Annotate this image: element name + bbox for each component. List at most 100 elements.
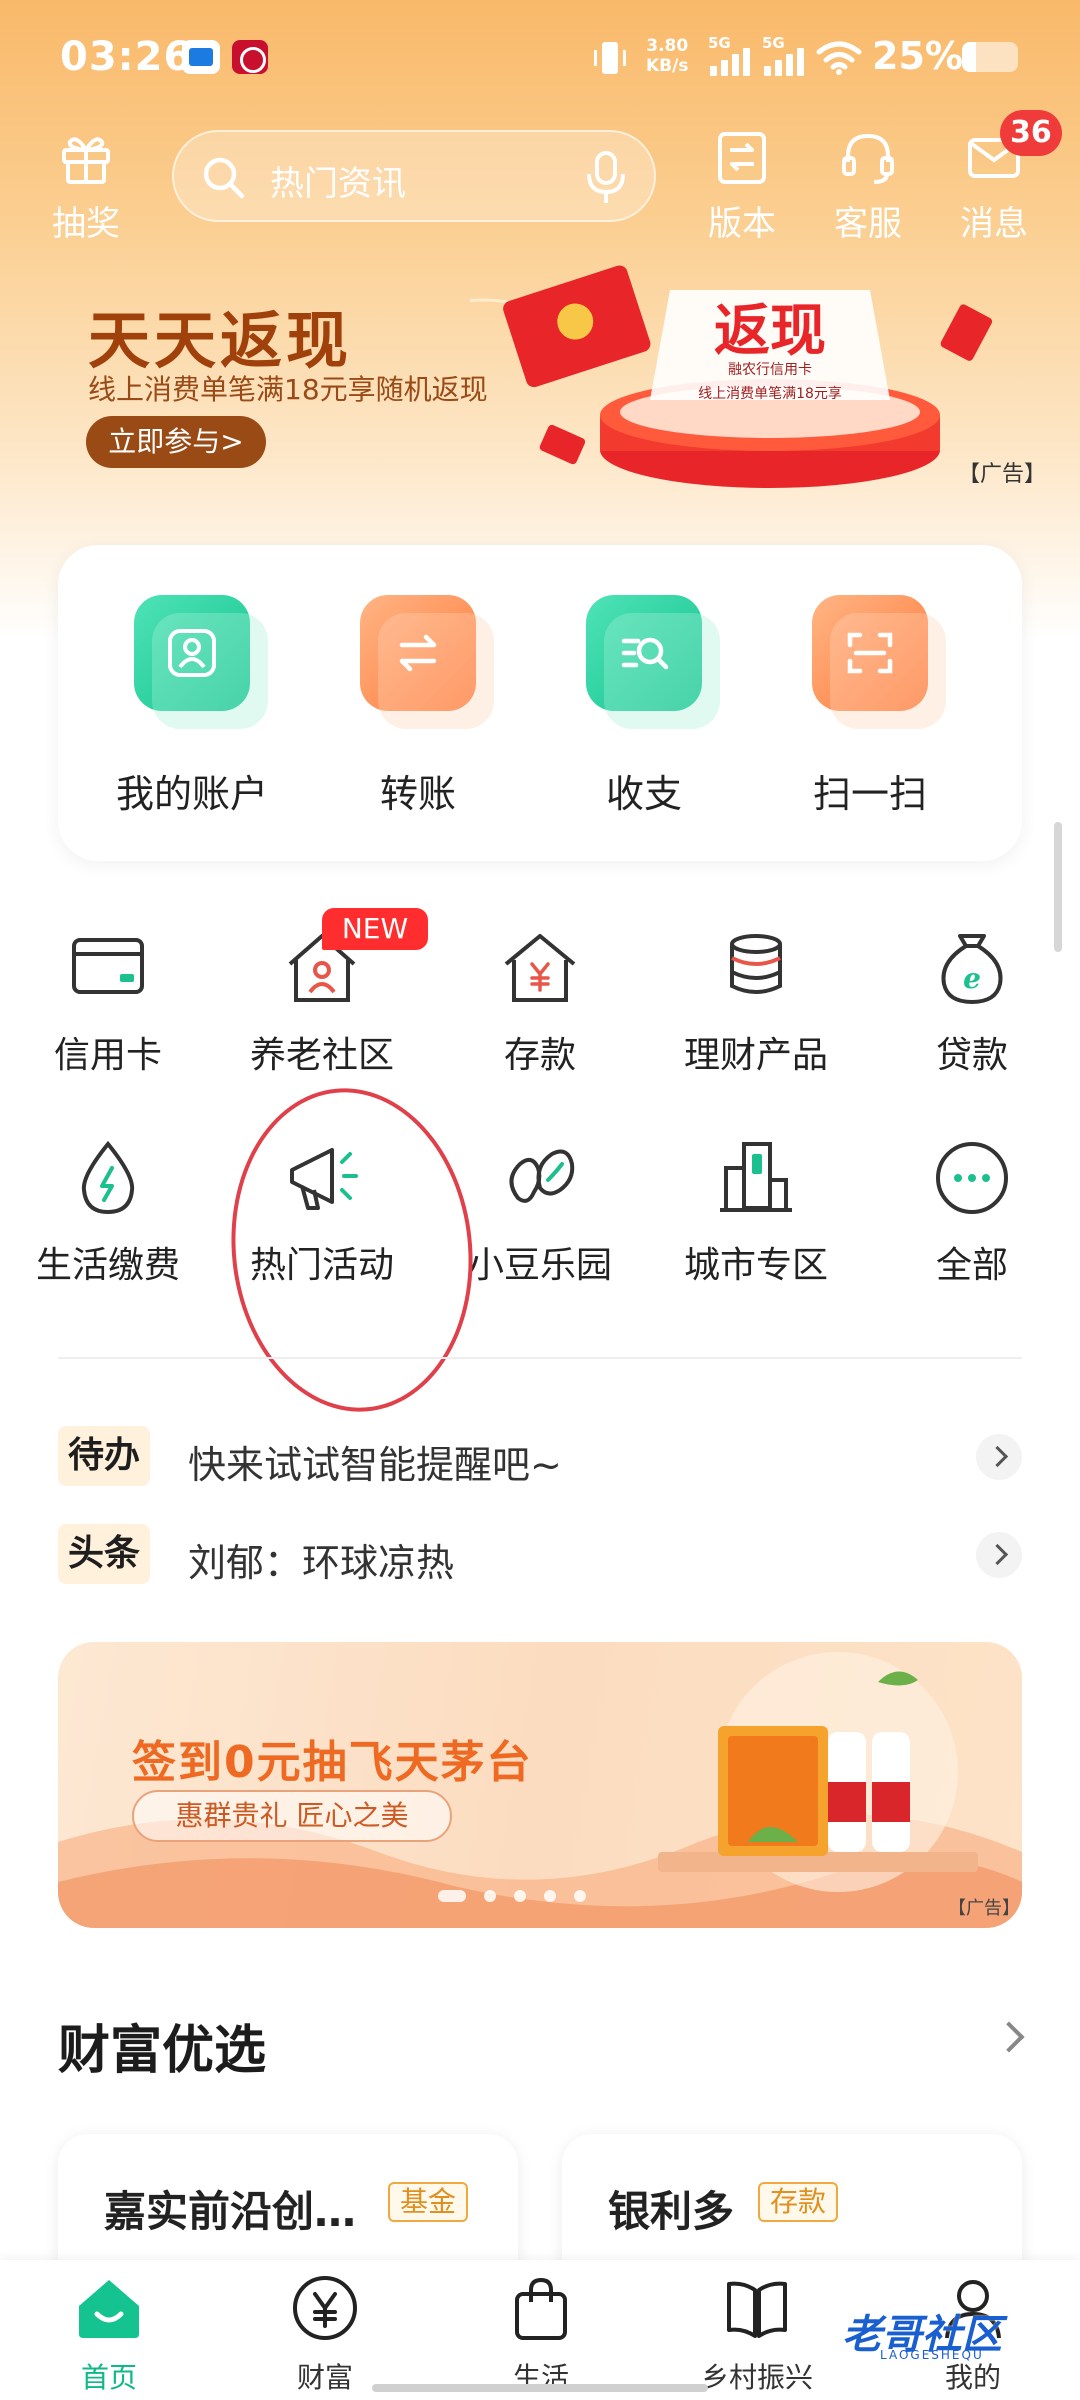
wealth-card-name: 嘉实前沿创… [104,2187,357,2236]
wealth-card-tag: 基金 [388,2182,469,2222]
carousel-dots[interactable] [438,1890,586,1902]
chevron-right-icon[interactable] [993,2021,1025,2053]
lottery-label: 抽奖 [52,204,120,244]
grid-item-all[interactable]: 全部 [872,1136,1072,1288]
utility-payment-icon [81,1140,135,1215]
grid-label: 城市专区 [683,1245,828,1286]
grid-label: 生活缴费 [35,1245,180,1286]
book-icon [727,2281,787,2338]
tab-rural-revitalization[interactable]: 乡村振兴 [672,2272,842,2396]
city-zone-icon [720,1142,792,1212]
chevron-right-icon[interactable] [976,1434,1022,1480]
battery-icon [962,42,1018,72]
more-icon [936,1142,1008,1214]
network-speed-unit: KB/s [646,56,689,76]
tab-life[interactable]: 生活 [456,2272,626,2396]
grid-item-deposit[interactable]: 存款 [440,926,640,1078]
app-notification-icon [182,40,220,74]
home-indicator[interactable] [372,2384,708,2392]
grid-item-wealth-products[interactable]: 理财产品 [656,926,856,1078]
status-time: 03:26 [60,34,193,80]
promo-pill: 惠群贵礼 匠心之美 [132,1790,452,1842]
grid-label: 存款 [503,1035,576,1076]
grid-label: 信用卡 [53,1035,162,1076]
tab-home[interactable]: 首页 [24,2272,194,2396]
grid-label: 全部 [935,1245,1008,1286]
search-icon [203,157,245,199]
headline-notice[interactable]: 头条 刘郁：环球凉热 [58,1524,1022,1586]
income-expense-button[interactable]: 收支 [534,595,754,818]
notice-tag: 待办 [58,1426,151,1486]
gift-icon [62,137,110,184]
art-heading: 返现 [714,299,826,364]
wealth-card-tag: 存款 [758,2182,839,2222]
messages-label: 消息 [960,204,1028,244]
tab-label: 我的 [944,2361,1001,2394]
banner-title: 天天返现 [88,304,353,377]
deposit-icon [504,934,576,1002]
version-label: 版本 [708,204,776,244]
status-bar: 03:26 3.80 KB/s 5G 5G 25% [0,0,1080,120]
grid-label: 贷款 [935,1035,1008,1076]
quick-action-label: 收支 [605,772,682,816]
headset-icon [842,133,894,184]
watermark-subtext: LAOGESHEQU [880,2348,984,2362]
version-switch-icon [718,132,766,184]
promo-banner[interactable]: 签到0元抽飞天茅台 惠群贵礼 匠心之美 【广告】 [58,1642,1022,1928]
promo-title: 签到0元抽飞天茅台 [132,1737,533,1788]
cashback-podium-illustration: 返现 融农行信用卡 线上消费单笔满18元享 [470,265,993,488]
banner-join-button[interactable]: 立即参与> [86,416,266,468]
loan-icon: e [941,934,1003,1005]
banner-ad-tag: 【广告】 [958,462,1047,487]
banner-subtitle: 线上消费单笔满18元享随机返现 [88,373,488,406]
bean-park-icon [509,1149,575,1203]
art-caption: 线上消费单笔满18元享 [698,385,842,402]
my-account-button[interactable]: 我的账户 [82,595,302,818]
search-bar[interactable]: 热门资讯 [172,130,656,222]
microphone-icon[interactable] [582,150,630,206]
grid-label: 养老社区 [249,1035,394,1076]
quick-action-label: 扫一扫 [812,772,927,816]
scan-button[interactable]: 扫一扫 [760,595,980,818]
new-badge: NEW [322,908,428,950]
transfer-icon [399,634,437,672]
quick-action-label: 转账 [379,772,456,816]
wealth-card-name: 银利多 [608,2187,735,2236]
lottery-button[interactable]: 抽奖 [36,128,136,245]
chevron-right-icon[interactable] [976,1532,1022,1578]
grid-label: 理财产品 [683,1035,828,1076]
bank-app-notification-icon [232,40,268,74]
tab-label: 首页 [80,2361,137,2394]
messages-badge: 36 [1000,110,1062,156]
yuan-icon [293,2276,357,2340]
grid-item-credit-card[interactable]: 信用卡 [8,926,208,1078]
wealth-section-title: 财富优选 [58,2021,267,2081]
art-brand: 融农行信用卡 [728,362,812,378]
signal-sim2-icon: 5G [762,34,810,76]
todo-notice[interactable]: 待办 快来试试智能提醒吧~ [58,1426,1022,1488]
promo-ad-tag: 【广告】 [948,1898,1020,1919]
quick-action-label: 我的账户 [115,772,268,816]
wealth-product-icon [730,934,782,994]
account-icon [168,629,216,677]
notice-text: 快来试试智能提醒吧~ [188,1443,562,1487]
battery-percent: 25% [872,34,963,78]
loan-icon-glyph: e [963,962,981,995]
grid-item-loan[interactable]: e 贷款 [872,926,1072,1078]
credit-card-icon [72,938,144,994]
home-icon [79,2280,139,2338]
tab-wealth[interactable]: 财富 [240,2272,410,2396]
wifi-icon [816,41,862,75]
service-label: 客服 [834,204,902,244]
network-speed-value: 3.80 [646,36,689,56]
quick-actions-card: 我的账户 转账 收支 扫一扫 [58,545,1022,861]
grid-item-utility-payment[interactable]: 生活缴费 [8,1136,208,1288]
network-speed: 3.80 KB/s [646,36,688,76]
version-button[interactable]: 版本 [692,128,792,245]
annotation-circle [215,1076,489,1424]
transfer-button[interactable]: 转账 [308,595,528,818]
grid-item-city-zone[interactable]: 城市专区 [656,1136,856,1288]
customer-service-button[interactable]: 客服 [818,128,918,245]
cashback-banner[interactable]: 天天返现 线上消费单笔满18元享随机返现 立即参与> 返现 融农行信用卡 线上消… [0,250,1080,510]
scan-icon [847,632,893,674]
